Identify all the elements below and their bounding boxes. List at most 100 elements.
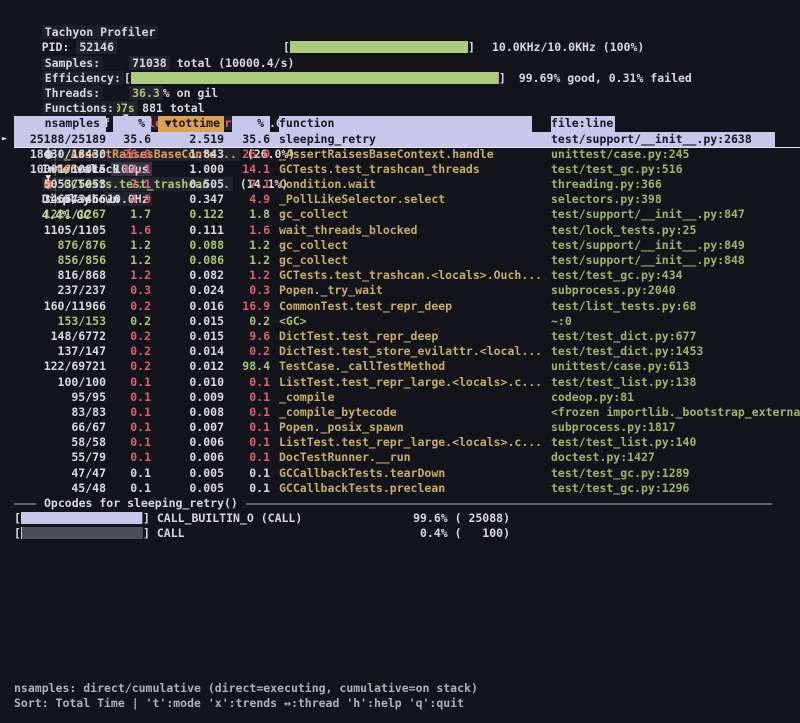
cell-fl: threading.py:366 — [541, 177, 800, 192]
table-row[interactable]: 47/470.10.0050.1GCCallbackTests.tearDown… — [14, 466, 800, 481]
cell-tt: 1.000 — [151, 162, 224, 177]
cell-p2: 0.1 — [224, 450, 270, 465]
cell-p2: 98.4 — [224, 359, 270, 374]
cell-tt: 0.111 — [151, 223, 224, 238]
col-tottime-sorted[interactable]: ▼tottime — [151, 116, 224, 131]
cell-fn: ListTest.test_repr_large.<locals>.c... — [270, 375, 541, 390]
bracket-open: [ — [14, 526, 21, 540]
cell-p1: 0.2 — [106, 314, 151, 329]
cell-fn: gc_collect — [270, 238, 541, 253]
table-row[interactable]: 1221/12671.70.1221.8gc_collecttest/suppo… — [14, 207, 800, 222]
col-pct1[interactable]: % — [106, 116, 151, 131]
cell-fl: <frozen importlib._bootstrap_externa — [541, 405, 800, 420]
cell-p1: 7.1 — [106, 177, 151, 192]
col-fileline[interactable]: file:line — [541, 116, 800, 131]
table-row[interactable]: 1105/11051.60.1111.6wait_threads_blocked… — [14, 223, 800, 238]
cell-fn: DictTest.test_repr_deep — [270, 329, 541, 344]
table-row[interactable]: 58/580.10.0060.1ListTest.test_repr_large… — [14, 435, 800, 450]
cell-p1: 1.2 — [106, 268, 151, 283]
cell-p2: 4.9 — [224, 192, 270, 207]
table-row[interactable]: 137/1470.20.0140.2DictTest.test_store_ev… — [14, 344, 800, 359]
table-row[interactable]: 160/119660.20.01616.9CommonTest.test_rep… — [14, 299, 800, 314]
table-row[interactable]: 816/8681.20.0821.2GCTests.test_trashcan.… — [14, 268, 800, 283]
cell-fn: ListTest.test_repr_large.<locals>.c... — [270, 435, 541, 450]
samples-line: Samples:71038total (10000.4/s) [] 10.0KH… — [0, 40, 800, 55]
cell-p1: 0.2 — [106, 344, 151, 359]
cell-fl: test/lock_tests.py:25 — [541, 223, 800, 238]
table-row[interactable]: 45/480.10.0050.1GCCallbackTests.preclean… — [14, 481, 800, 496]
bracket-close: ] — [143, 511, 150, 525]
table-row[interactable]: 66/670.10.0070.1Popen._posix_spawnsubpro… — [14, 420, 800, 435]
cell-fl: test/test_dict.py:677 — [541, 329, 800, 344]
cell-fl: test/test_gc.py:434 — [541, 268, 800, 283]
cell-fl: test/test_list.py:138 — [541, 375, 800, 390]
cell-fl: test/support/__init__.py:847 — [541, 207, 800, 222]
table-row[interactable]: 95/950.10.0090.1_compilecodeop.py:81 — [14, 390, 800, 405]
cell-fl: test/support/__init__.py:2638 — [541, 132, 800, 147]
cell-ns: 55/79 — [14, 450, 106, 465]
table-row[interactable]: 100/1000.10.0100.1ListTest.test_repr_lar… — [14, 375, 800, 390]
cell-p1: 0.1 — [106, 420, 151, 435]
cell-p1: 1.2 — [106, 253, 151, 268]
cell-p2: 35.6 — [224, 132, 270, 147]
opcodes-list: []CALL_BUILTIN_O (CALL)99.6% ( 25088)[]C… — [0, 511, 800, 541]
table-row[interactable]: 10001/1001514.11.00014.1GCTests.test_tra… — [14, 162, 800, 177]
col-nsamples[interactable]: nsamples — [14, 116, 106, 131]
col-function[interactable]: function — [270, 116, 541, 131]
table-row[interactable]: 3466/34664.90.3474.9_PollLikeSelector.se… — [14, 192, 800, 207]
cell-p2: 14.1 — [224, 162, 270, 177]
cell-p2: 0.1 — [224, 466, 270, 481]
table-row[interactable]: 148/67720.20.0159.6DictTest.test_repr_de… — [14, 329, 800, 344]
cell-ns: 160/11966 — [14, 299, 106, 314]
table-row[interactable]: 876/8761.20.0881.2gc_collecttest/support… — [14, 238, 800, 253]
table-row[interactable]: 55/790.10.0060.1DocTestRunner.__rundocte… — [14, 450, 800, 465]
cell-tt: 0.015 — [151, 314, 224, 329]
table-row[interactable]: 153/1530.20.0150.2<GC>~:0 — [14, 314, 800, 329]
divider-dash — [246, 503, 772, 505]
cell-p1: 0.1 — [106, 375, 151, 390]
opcode-name: CALL — [157, 526, 185, 540]
table-row[interactable]: 18430/1843026.01.84326.0_AssertRaisesBas… — [14, 147, 800, 162]
table-row[interactable]: 5053/50537.10.5057.1Condition.waitthread… — [14, 177, 800, 192]
table-row[interactable]: 237/2370.30.0240.3Popen._try_waitsubproc… — [14, 283, 800, 298]
bracket-close: ] — [468, 40, 475, 54]
cell-fn: DictTest.test_store_evilattr.<local... — [270, 344, 541, 359]
cell-ns: 95/95 — [14, 390, 106, 405]
cell-fl: unittest/case.py:245 — [541, 147, 800, 162]
cell-ns: 66/67 — [14, 420, 106, 435]
bracket-open: [ — [283, 40, 290, 54]
cell-p1: 4.9 — [106, 192, 151, 207]
cell-tt: 0.007 — [151, 420, 224, 435]
cell-fl: test/support/__init__.py:849 — [541, 238, 800, 253]
cell-p1: 35.6 — [106, 132, 151, 147]
cell-p1: 0.2 — [106, 329, 151, 344]
bracket-close: ] — [143, 526, 150, 540]
cell-fl: codeop.py:81 — [541, 390, 800, 405]
table-row[interactable]: 83/830.10.0080.1_compile_bytecode<frozen… — [14, 405, 800, 420]
cell-fn: _compile_bytecode — [270, 405, 541, 420]
table-row-selected[interactable]: 25188/2518935.62.51935.6sleeping_retryte… — [14, 132, 800, 147]
table-row[interactable]: 856/8561.20.0861.2gc_collecttest/support… — [14, 253, 800, 268]
cell-tt: 0.009 — [151, 390, 224, 405]
opcodes-divider: Opcodes for sleeping_retry() — [0, 496, 800, 511]
opcode-bar — [21, 512, 143, 524]
profiler-screen: Tachyon Profiler PID:52146 │ Thread:ALL … — [0, 0, 800, 723]
cell-ns: 25188/25189 — [14, 132, 106, 147]
cell-tt: 2.519 — [151, 132, 224, 147]
cell-fl: test/test_gc.py:516 — [541, 162, 800, 177]
threads-line: Threads:36.3% on gil │ 63.7% off gil │ 0… — [0, 71, 800, 86]
cell-fn: GCCallbackTests.preclean — [270, 481, 541, 496]
cell-p2: 1.2 — [224, 238, 270, 253]
cell-tt: 0.015 — [151, 329, 224, 344]
cell-ns: 45/48 — [14, 481, 106, 496]
cell-fl: ~:0 — [541, 314, 800, 329]
cell-p2: 7.1 — [224, 177, 270, 192]
table-row[interactable]: 122/697210.20.01298.4TestCase._callTestM… — [14, 359, 800, 374]
cell-fl: subprocess.py:2040 — [541, 283, 800, 298]
col-pct2[interactable]: % — [224, 116, 270, 131]
cell-fn: TestCase._callTestMethod — [270, 359, 541, 374]
cell-tt: 0.005 — [151, 481, 224, 496]
cell-fl: unittest/case.py:613 — [541, 359, 800, 374]
cell-tt: 0.012 — [151, 359, 224, 374]
opcode-stat: 0.4% ( 100) — [390, 526, 510, 541]
